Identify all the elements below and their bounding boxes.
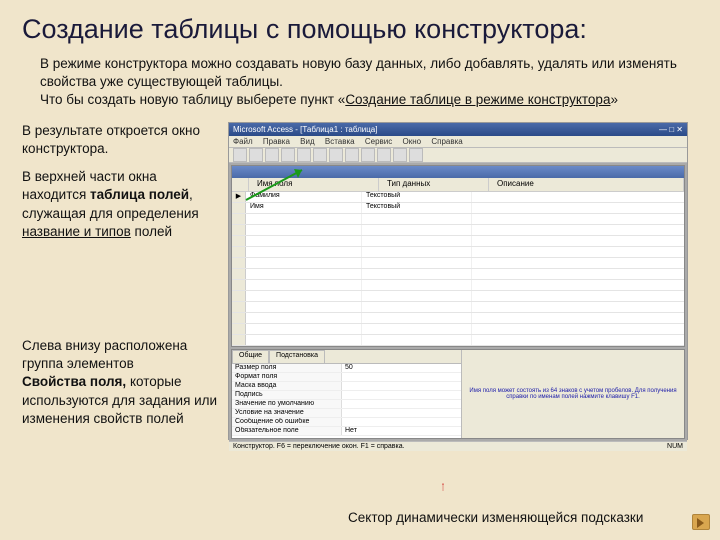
tool-icon[interactable] [345,148,359,162]
left-p3: Слева внизу расположена группа элементов… [22,337,220,428]
col-desc: Описание [489,178,684,191]
tool-icon[interactable] [313,148,327,162]
table-row [232,214,684,225]
left-column: В результате откроется окно конструктора… [22,122,220,440]
designer-pane: Имя поля Тип данных Описание ▶ФамилияТек… [231,165,685,347]
table-row [232,324,684,335]
tool-icon[interactable] [409,148,423,162]
tool-icon[interactable] [393,148,407,162]
table-row [232,313,684,324]
statusbar: Конструктор. F6 = переключение окон. F1 … [229,441,687,451]
table-row [232,269,684,280]
property-tabs[interactable]: Общие Подстановка [232,350,461,363]
tab-general[interactable]: Общие [232,350,269,363]
table-row: ИмяТекстовый [232,203,684,214]
tool-icon[interactable] [233,148,247,162]
tool-icon[interactable] [377,148,391,162]
tab-lookup[interactable]: Подстановка [269,350,325,363]
arrow-red-icon [442,468,444,506]
table-row [232,247,684,258]
grid-header: Имя поля Тип данных Описание [232,178,684,192]
bottom-caption: Сектор динамически изменяющейся подсказк… [348,510,643,525]
intro-p2a: Что бы создать новую таблицу выберете пу… [40,92,345,107]
table-row [232,291,684,302]
designer-title [232,166,684,178]
menubar[interactable]: Файл Правка Вид Вставка Сервис Окно Спра… [229,136,687,148]
intro-block: В режиме конструктора можно создавать но… [22,55,698,110]
col-type: Тип данных [379,178,489,191]
table-row [232,335,684,346]
intro-link: Создание таблице в режиме конструктора [345,92,610,107]
table-row [232,302,684,313]
next-slide-icon[interactable] [692,514,710,530]
tool-icon[interactable] [249,148,263,162]
grid-body[interactable]: ▶ФамилияТекстовый ИмяТекстовый [232,192,684,346]
table-row [232,236,684,247]
properties-pane: Общие Подстановка Размер поля50 Формат п… [231,349,685,439]
tool-icon[interactable] [281,148,295,162]
intro-p1: В режиме конструктора можно создавать но… [40,56,677,89]
table-row: ▶ФамилияТекстовый [232,192,684,203]
toolbar[interactable] [229,148,687,163]
table-row [232,280,684,291]
window-title: Microsoft Access - [Таблица1 : таблица] [233,125,377,134]
property-list[interactable]: Размер поля50 Формат поля Маска ввода По… [232,363,461,438]
hint-area: Имя поля может состоять из 64 знаков с у… [462,350,684,438]
table-row [232,225,684,236]
tool-icon[interactable] [265,148,279,162]
left-p2: В верхней части окна находится таблица п… [22,168,220,241]
tool-icon[interactable] [329,148,343,162]
col-name: Имя поля [249,178,379,191]
table-row [232,258,684,269]
access-window: Microsoft Access - [Таблица1 : таблица] … [228,122,688,440]
tool-icon[interactable] [361,148,375,162]
titlebar: Microsoft Access - [Таблица1 : таблица] … [229,123,687,136]
left-p1: В результате откроется окно конструктора… [22,122,220,158]
intro-p2b: » [610,92,618,107]
page-title: Создание таблицы с помощью конструктора: [22,14,698,45]
tool-icon[interactable] [297,148,311,162]
window-controls[interactable]: — □ ✕ [659,125,683,134]
